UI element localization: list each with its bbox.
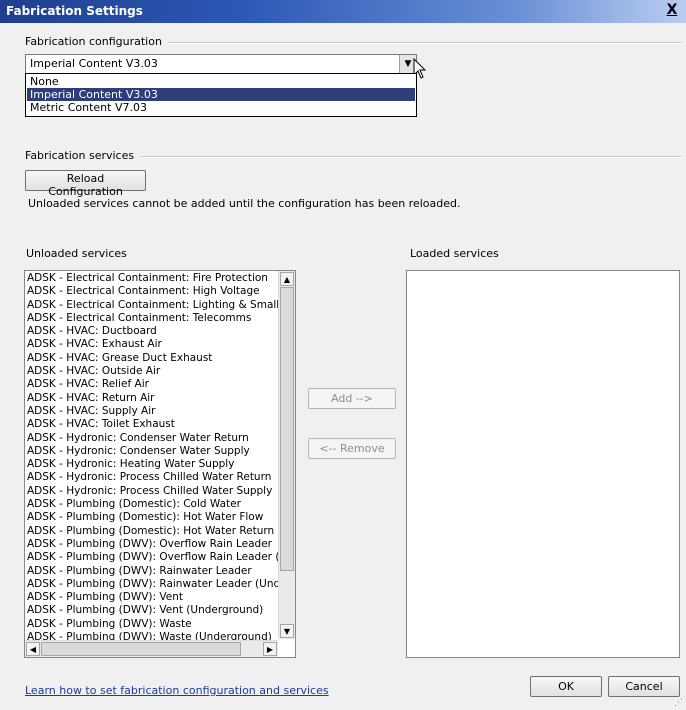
list-item[interactable]: ADSK - Electrical Containment: High Volt… (27, 285, 279, 298)
config-option-metric[interactable]: Metric Content V7.03 (27, 101, 415, 114)
scroll-up-icon[interactable]: ▲ (280, 272, 294, 286)
list-item[interactable]: ADSK - Plumbing (DWV): Overflow Rain Lea… (27, 551, 279, 564)
configuration-combobox[interactable]: Imperial Content V3.03 ▼ (25, 54, 417, 74)
ok-button[interactable]: OK (530, 676, 602, 697)
list-item[interactable]: ADSK - HVAC: Return Air (27, 392, 279, 405)
list-item[interactable]: ADSK - HVAC: Exhaust Air (27, 338, 279, 351)
configuration-selected-value: Imperial Content V3.03 (30, 57, 158, 70)
window-title: Fabrication Settings (6, 4, 143, 18)
list-item[interactable]: ADSK - Plumbing (DWV): Vent (Underground… (27, 604, 279, 617)
list-item[interactable]: ADSK - Plumbing (DWV): Vent (27, 591, 279, 604)
loaded-services-label: Loaded services (410, 247, 499, 260)
list-item[interactable]: ADSK - Hydronic: Process Chilled Water R… (27, 471, 279, 484)
list-item[interactable]: ADSK - Electrical Containment: Fire Prot… (27, 272, 279, 285)
list-item[interactable]: ADSK - Plumbing (Domestic): Hot Water Re… (27, 525, 279, 538)
config-option-none[interactable]: None (27, 75, 415, 88)
list-item[interactable]: ADSK - Hydronic: Condenser Water Supply (27, 445, 279, 458)
configuration-dropdown-list[interactable]: None Imperial Content V3.03 Metric Conte… (25, 73, 417, 117)
resize-grip-icon[interactable]: ⋰ (674, 698, 684, 708)
scroll-left-icon[interactable]: ◀ (26, 642, 40, 656)
list-item[interactable]: ADSK - Plumbing (Domestic): Hot Water Fl… (27, 511, 279, 524)
list-item[interactable]: ADSK - Electrical Containment: Telecomms (27, 312, 279, 325)
cancel-button[interactable]: Cancel (608, 676, 680, 697)
scroll-right-icon[interactable]: ▶ (263, 642, 277, 656)
add-service-button[interactable]: Add --> (308, 388, 396, 409)
loaded-services-list[interactable] (406, 270, 680, 658)
config-option-imperial[interactable]: Imperial Content V3.03 (27, 88, 415, 101)
horizontal-scroll-thumb[interactable] (41, 642, 241, 656)
list-item[interactable]: ADSK - HVAC: Supply Air (27, 405, 279, 418)
list-item[interactable]: ADSK - HVAC: Relief Air (27, 378, 279, 391)
config-group-label: Fabrication configuration (25, 35, 168, 48)
vertical-scrollbar[interactable]: ▲ ▼ (278, 271, 295, 639)
services-note: Unloaded services cannot be added until … (28, 197, 461, 210)
services-group-label: Fabrication services (25, 149, 141, 162)
unloaded-services-list[interactable]: ADSK - Electrical Containment: Fire Prot… (24, 270, 296, 658)
reload-configuration-button[interactable]: Reload Configuration (25, 170, 146, 198)
list-item[interactable]: ADSK - HVAC: Outside Air (27, 365, 279, 378)
close-icon[interactable]: X (663, 1, 681, 19)
unloaded-items-container: ADSK - Electrical Containment: Fire Prot… (27, 272, 279, 644)
list-item[interactable]: ADSK - Plumbing (DWV): Waste (27, 618, 279, 631)
scroll-down-icon[interactable]: ▼ (280, 624, 294, 638)
list-item[interactable]: ADSK - Hydronic: Process Chilled Water S… (27, 485, 279, 498)
title-bar: Fabrication Settings X (0, 0, 686, 23)
list-item[interactable]: ADSK - Plumbing (DWV): Rainwater Leader … (27, 578, 279, 591)
remove-service-button[interactable]: <-- Remove (308, 438, 396, 459)
list-item[interactable]: ADSK - Plumbing (Domestic): Cold Water (27, 498, 279, 511)
list-item[interactable]: ADSK - Plumbing (DWV): Rainwater Leader (27, 565, 279, 578)
list-item[interactable]: ADSK - Plumbing (DWV): Overflow Rain Lea… (27, 538, 279, 551)
list-item[interactable]: ADSK - HVAC: Grease Duct Exhaust (27, 352, 279, 365)
vertical-scroll-thumb[interactable] (280, 287, 294, 571)
list-item[interactable]: ADSK - Hydronic: Condenser Water Return (27, 432, 279, 445)
list-item[interactable]: ADSK - HVAC: Ductboard (27, 325, 279, 338)
list-item[interactable]: ADSK - Electrical Containment: Lighting … (27, 299, 279, 312)
list-item[interactable]: ADSK - HVAC: Toilet Exhaust (27, 418, 279, 431)
unloaded-services-label: Unloaded services (26, 247, 127, 260)
help-link[interactable]: Learn how to set fabrication configurati… (25, 684, 329, 697)
list-item[interactable]: ADSK - Hydronic: Heating Water Supply (27, 458, 279, 471)
horizontal-scrollbar[interactable]: ◀ ▶ (25, 640, 278, 657)
